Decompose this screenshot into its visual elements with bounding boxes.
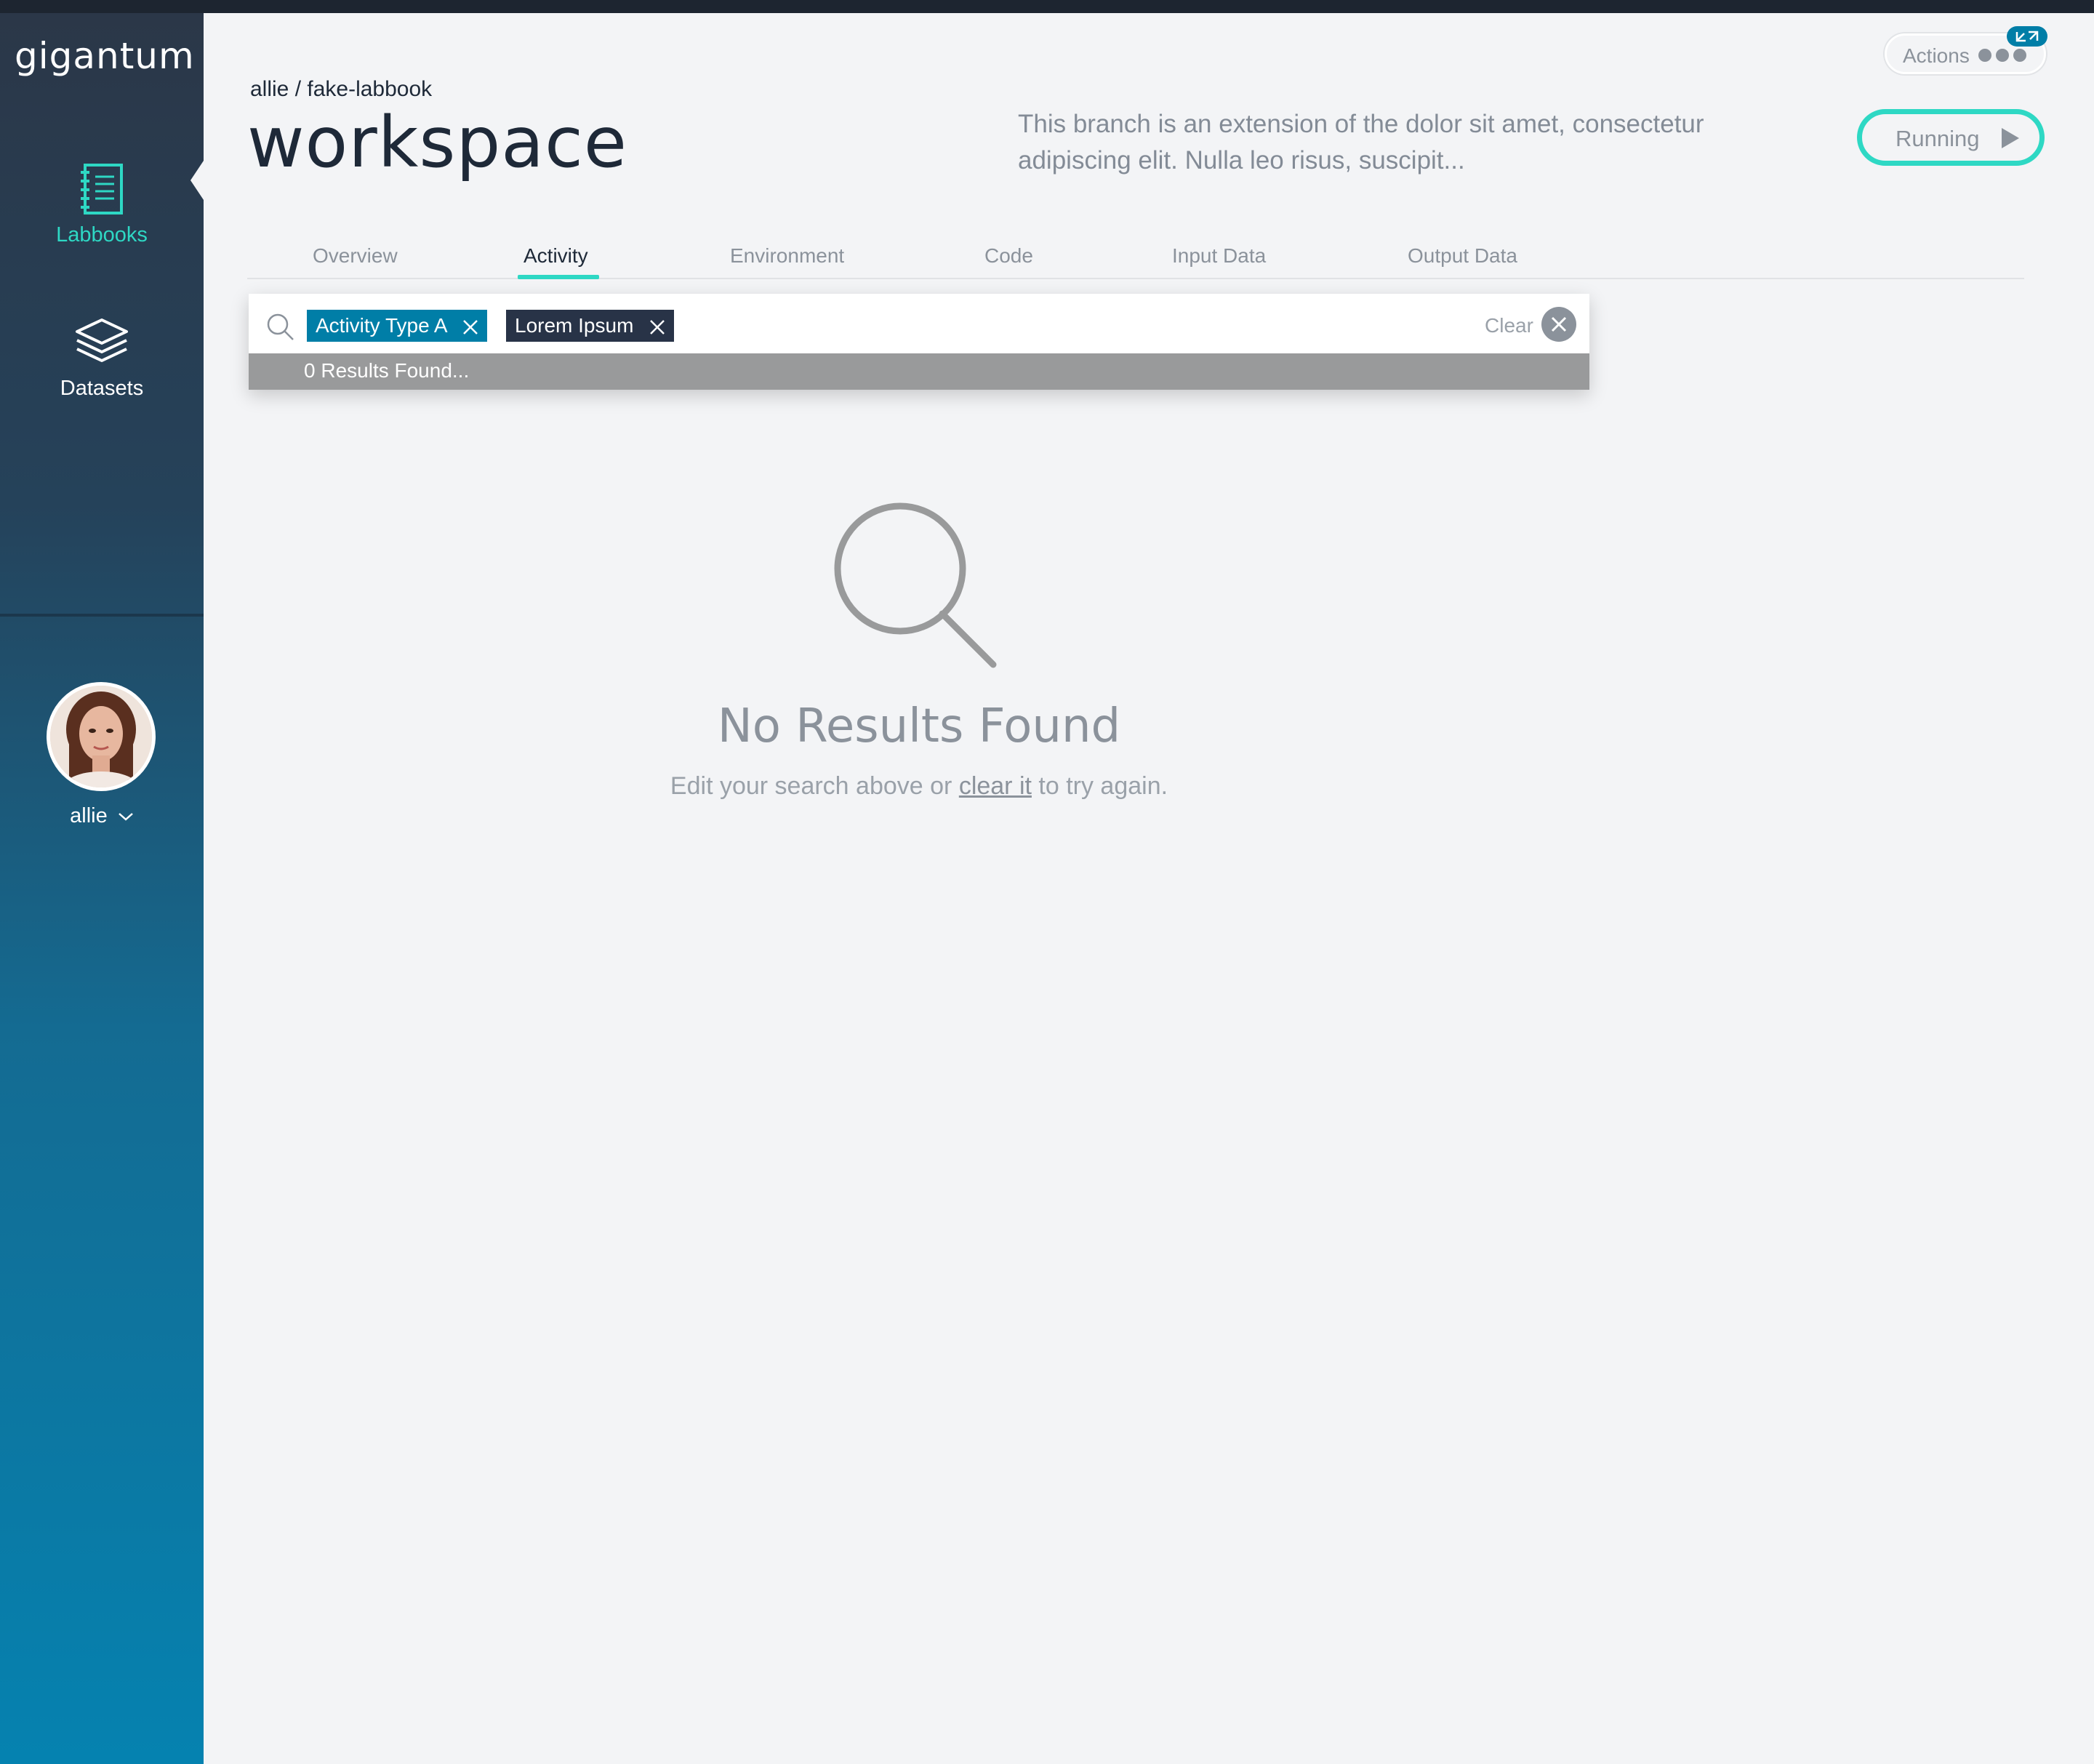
breadcrumb[interactable]: allie / fake-labbook xyxy=(250,77,432,102)
filter-chip[interactable]: Lorem Ipsum xyxy=(506,310,675,342)
window-top-bar xyxy=(0,0,2094,13)
run-status-label: Running xyxy=(1896,126,1980,151)
sidebar-item-label: Datasets xyxy=(60,377,144,400)
close-icon[interactable] xyxy=(462,319,478,335)
more-dots-icon xyxy=(1978,49,2031,65)
tab-bar: Overview Activity Environment Code Input… xyxy=(247,240,2024,279)
search-icon xyxy=(267,313,294,340)
active-tab-indicator xyxy=(518,275,599,279)
clear-search-button[interactable]: Clear xyxy=(1485,314,1533,337)
page-title: workspace xyxy=(247,102,627,183)
app-logo[interactable]: gigantum xyxy=(15,35,196,77)
sidebar: gigantum Labbooks Datasets allie xyxy=(0,13,204,1764)
tab-activity[interactable]: Activity xyxy=(524,244,588,268)
tab-overview[interactable]: Overview xyxy=(313,244,398,268)
filter-chip[interactable]: Activity Type A xyxy=(307,310,487,342)
run-status-button[interactable]: Running xyxy=(1857,109,2045,166)
expand-collapse-button[interactable] xyxy=(2007,26,2047,47)
branch-description[interactable]: This branch is an extension of the dolor… xyxy=(1018,106,1760,179)
actions-label: Actions xyxy=(1903,44,1970,67)
activity-search[interactable]: Activity Type A Lorem Ipsum Clear 0 Resu… xyxy=(249,294,1589,390)
user-menu[interactable]: allie xyxy=(0,804,204,828)
tab-environment[interactable]: Environment xyxy=(730,244,844,268)
play-icon xyxy=(2002,128,2019,148)
clear-icon[interactable] xyxy=(1541,307,1576,342)
active-nav-indicator xyxy=(190,159,205,202)
hint-text: to try again. xyxy=(1031,772,1168,800)
close-circle-icon xyxy=(1551,316,1567,332)
tab-input-data[interactable]: Input Data xyxy=(1172,244,1266,268)
sidebar-divider xyxy=(0,614,204,617)
sidebar-item-labbooks[interactable]: Labbooks xyxy=(0,162,204,247)
layers-icon xyxy=(76,318,128,362)
hint-text: Edit your search above or xyxy=(670,772,959,800)
empty-state-hint: Edit your search above or clear it to tr… xyxy=(0,772,1838,801)
sidebar-item-datasets[interactable]: Datasets xyxy=(0,317,204,401)
notebook-icon xyxy=(81,164,123,215)
expand-arrows-icon xyxy=(2015,31,2039,42)
empty-state-title: No Results Found xyxy=(717,699,1121,753)
tab-output-data[interactable]: Output Data xyxy=(1408,244,1517,268)
filter-chip-label: Activity Type A xyxy=(316,314,447,337)
user-name: allie xyxy=(70,804,108,827)
chevron-down-icon xyxy=(118,813,133,822)
clear-search-link[interactable]: clear it xyxy=(959,772,1032,800)
filter-chip-label: Lorem Ipsum xyxy=(515,314,634,337)
results-count: 0 Results Found... xyxy=(249,353,1589,390)
close-icon[interactable] xyxy=(649,319,665,335)
tab-code[interactable]: Code xyxy=(984,244,1033,268)
magnifier-icon xyxy=(834,502,997,668)
sidebar-item-label: Labbooks xyxy=(56,223,148,246)
